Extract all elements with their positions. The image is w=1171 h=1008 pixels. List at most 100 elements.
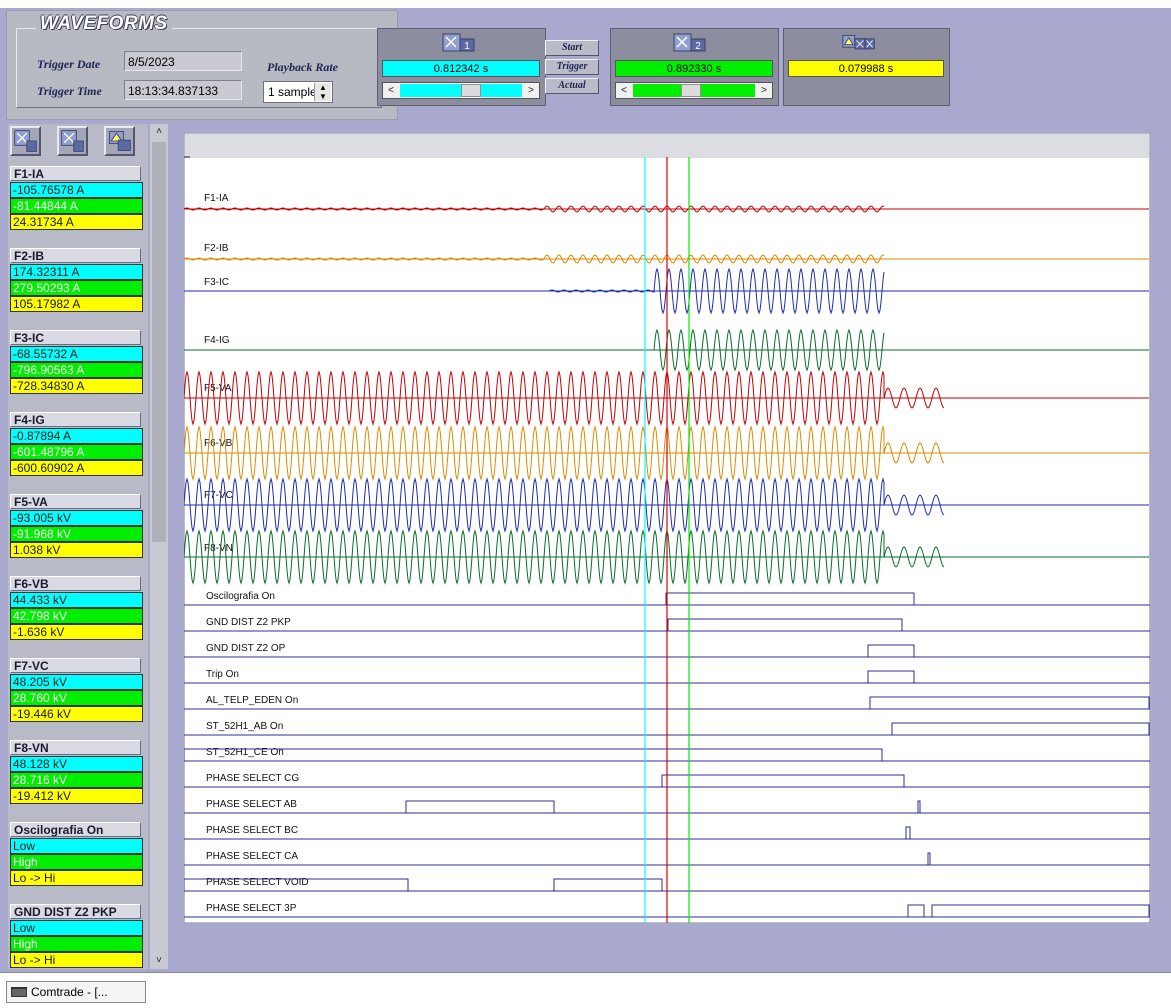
playback-rate-select[interactable]: 1 sample ▲ ▼ [263, 81, 333, 103]
cursor-1-time-value: 0.812342 s [382, 60, 540, 77]
delta-channel-value: 1.038 kV [10, 542, 143, 558]
channel-values-panel: F1-IA -105.76578 A -81.44844 A 24.31734 A F2… [8, 124, 148, 969]
delta-panel: 0.079988 s [783, 28, 950, 106]
trigger-date-label: Trigger Date [37, 57, 101, 71]
cursor-2-channel-value: -796.90563 A [10, 362, 143, 378]
delta-channel-value: -600.60902 A [10, 460, 143, 476]
digital-channel-label[interactable]: GND DIST Z2 PKP [206, 617, 291, 628]
scroll-down-arrow-icon[interactable]: ˅ [150, 953, 168, 969]
cursor-1-channel-value: Low [10, 920, 143, 936]
cursor-2-scrollbar[interactable]: < > [615, 82, 773, 99]
cursor-2-time-value: 0.892330 s [615, 60, 773, 77]
channel-group-header[interactable]: F2-IB [10, 248, 141, 263]
delta-toggle-icon[interactable] [104, 126, 135, 156]
svg-text:1: 1 [464, 41, 470, 52]
digital-channel-label[interactable]: Oscilografia On [206, 591, 275, 602]
cursor-2-channel-value: -601.48796 A [10, 444, 143, 460]
channel-group: F8-VN 48.128 kV 28.716 kV -19.412 kV [10, 740, 146, 806]
playback-rate-value: 1 sample [268, 85, 317, 99]
playback-rate-label: Playback Rate [267, 60, 338, 74]
digital-channel-label[interactable]: PHASE SELECT AB [206, 799, 297, 810]
channel-group: F3-IC -68.55732 A -796.90563 A -728.34830 A [10, 330, 146, 396]
channel-group-header[interactable]: F7-VC [10, 658, 141, 673]
digital-channel-label[interactable]: GND DIST Z2 OP [206, 643, 286, 654]
channel-group: F4-IG -0.87894 A -601.48796 A -600.60902 A [10, 412, 146, 478]
digital-channel-label[interactable]: Trip On [206, 669, 239, 680]
cursor-1-toggle-icon[interactable] [10, 126, 41, 156]
waveform-plot[interactable]: F1-IAF2-IBF3-ICF4-IGF5-VAF6-VBF7-VCF8-VN… [184, 133, 1150, 923]
cursor-2-channel-value: High [10, 854, 143, 870]
delta-channel-value: -1.636 kV [10, 624, 143, 640]
delta-channel-value: -19.412 kV [10, 788, 143, 804]
delta-channel-value: 24.31734 A [10, 214, 143, 230]
cursor-2-toggle-icon[interactable] [57, 126, 88, 156]
channel-group-header[interactable]: F3-IC [10, 330, 141, 345]
actual-button[interactable]: Actual [545, 78, 599, 94]
delta-channel-value: Lo -> Hi [10, 870, 143, 886]
channel-group-header[interactable]: F4-IG [10, 412, 141, 427]
cursor-2-icon[interactable]: 2 [673, 33, 707, 53]
trigger-time-label: Trigger Time [37, 84, 102, 98]
svg-text:2: 2 [695, 41, 701, 52]
cursor-1-channel-value: -68.55732 A [10, 346, 143, 362]
cursor-2-panel: 2 0.892330 s < > [610, 28, 779, 106]
channel-panel-scroll-thumb[interactable] [152, 142, 166, 542]
cursor-1-scrollbar[interactable]: < > [382, 82, 540, 99]
delta-channel-value: -19.446 kV [10, 706, 143, 722]
cursor-2-channel-value: 28.716 kV [10, 772, 143, 788]
channel-group-header[interactable]: F6-VB [10, 576, 141, 591]
channel-group: GND DIST Z2 PKP Low High Lo -> Hi [10, 904, 146, 969]
cursor-1-channel-value: 44.433 kV [10, 592, 143, 608]
scroll-up-arrow-icon[interactable]: ˄ [150, 124, 168, 140]
channel-group-header[interactable]: F1-IA [10, 166, 141, 181]
taskbar-window-label: Comtrade - [... [31, 985, 108, 999]
digital-channel-label[interactable]: PHASE SELECT BC [206, 825, 298, 836]
channel-panel-scrollbar[interactable]: ˄ ˅ [150, 124, 168, 969]
cursor-1-scroll-thumb[interactable] [461, 84, 482, 97]
channel-label[interactable]: F2-IB [204, 243, 229, 254]
channel-group-header[interactable]: GND DIST Z2 PKP [10, 904, 141, 919]
window-icon [11, 987, 27, 997]
cursor-1-scroll-right[interactable]: > [523, 83, 539, 98]
trigger-date-value: 8/5/2023 [124, 51, 242, 71]
start-button[interactable]: Start [545, 40, 599, 56]
cursor-1-channel-value: 48.128 kV [10, 756, 143, 772]
cursor-2-scroll-right[interactable]: > [756, 83, 772, 98]
cursor-2-channel-value: -81.44844 A [10, 198, 143, 214]
cursor-1-channel-value: Low [10, 838, 143, 854]
delta-channel-value: -728.34830 A [10, 378, 143, 394]
cursor-2-scroll-left[interactable]: < [616, 83, 632, 98]
digital-channel-label[interactable]: PHASE SELECT 3P [206, 903, 297, 914]
taskbar-window-item[interactable]: Comtrade - [... [6, 981, 146, 1003]
channel-label[interactable]: F4-IG [204, 335, 230, 346]
cursor-1-icon[interactable]: 1 [442, 33, 476, 53]
cursor-1-scroll-left[interactable]: < [383, 83, 399, 98]
channel-group: F7-VC 48.205 kV 28.760 kV -19.446 kV [10, 658, 146, 724]
channel-group-header[interactable]: F8-VN [10, 740, 141, 755]
trigger-button[interactable]: Trigger [545, 59, 599, 75]
delta-icon[interactable] [842, 33, 876, 53]
channel-group-header[interactable]: Oscilografia On [10, 822, 141, 837]
delta-time-value: 0.079988 s [788, 60, 944, 77]
digital-channel-label[interactable]: PHASE SELECT CG [206, 773, 299, 784]
waveform-viewer-app: WAVEFORMS Trigger Date 8/5/2023 Trigger … [0, 0, 1171, 1008]
delta-channel-value: 105.17982 A [10, 296, 143, 312]
digital-channel-label[interactable]: ST_52H1_AB On [206, 721, 283, 732]
header: WAVEFORMS Trigger Date 8/5/2023 Trigger … [0, 0, 1171, 122]
playback-rate-spinner[interactable]: ▲ ▼ [314, 83, 331, 101]
cursor-2-channel-value: High [10, 936, 143, 952]
cursor-1-channel-value: -105.76578 A [10, 182, 143, 198]
channel-group: F6-VB 44.433 kV 42.798 kV -1.636 kV [10, 576, 146, 642]
cursor-1-panel: 1 0.812342 s < > [377, 28, 546, 106]
cursor-1-channel-value: 48.205 kV [10, 674, 143, 690]
cursor-2-scroll-thumb[interactable] [680, 84, 701, 97]
cursor-1-channel-value: -0.87894 A [10, 428, 143, 444]
trigger-time-value: 18:13:34.837133 [124, 80, 242, 100]
channel-group-header[interactable]: F5-VA [10, 494, 141, 509]
digital-channel-label[interactable]: AL_TELP_EDEN On [206, 695, 298, 706]
digital-channel-label[interactable]: PHASE SELECT CA [206, 851, 298, 862]
cursor-2-channel-value: 279.50293 A [10, 280, 143, 296]
channel-label[interactable]: F1-IA [204, 193, 229, 204]
channel-label[interactable]: F3-IC [204, 277, 229, 288]
header-top-strip [0, 0, 1171, 8]
